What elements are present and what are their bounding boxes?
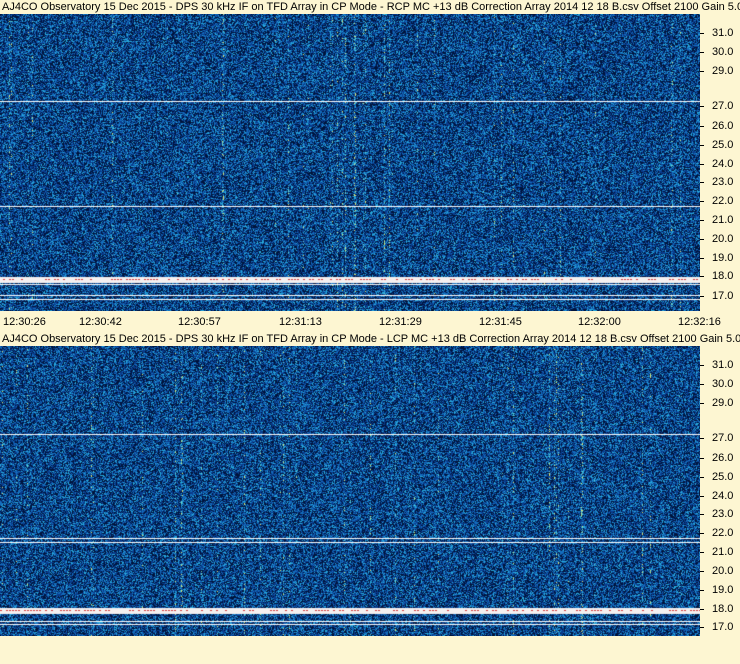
freq-tick: 21.0: [700, 214, 738, 226]
time-tick: 12:31:29: [379, 316, 422, 328]
freq-tick: 20.0: [700, 565, 738, 577]
time-tick: 12:31:13: [279, 316, 322, 328]
freq-tick: 27.0: [700, 100, 738, 112]
freq-tick: 24.0: [700, 158, 738, 170]
spectrogram-title-lcp: AJ4CO Observatory 15 Dec 2015 - DPS 30 k…: [2, 333, 740, 345]
freq-tick: 30.0: [700, 46, 738, 58]
freq-tick: 18.0: [700, 603, 738, 615]
spectrogram-title-rcp: AJ4CO Observatory 15 Dec 2015 - DPS 30 k…: [2, 1, 740, 13]
freq-tick: 23.0: [700, 176, 738, 188]
freq-tick: 25.0: [700, 139, 738, 151]
time-tick: 12:32:16: [678, 316, 721, 328]
frequency-axis-rcp: 31.0 30.0 29.0 27.0 26.0 25.0 24.0 23.0 …: [700, 14, 740, 311]
spectrogram-rcp[interactable]: [0, 14, 700, 311]
time-tick: 12:31:45: [479, 316, 522, 328]
time-tick: 12:30:26: [3, 316, 46, 328]
spectrogram-lcp-canvas: [0, 346, 700, 636]
freq-tick: 30.0: [700, 378, 738, 390]
freq-tick: 31.0: [700, 27, 738, 39]
freq-tick: 17.0: [700, 621, 738, 633]
time-axis: 12:30:26 12:30:42 12:30:57 12:31:13 12:3…: [0, 311, 740, 332]
freq-tick: 22.0: [700, 195, 738, 207]
freq-tick: 26.0: [700, 452, 738, 464]
freq-tick: 19.0: [700, 584, 738, 596]
freq-tick: 26.0: [700, 120, 738, 132]
freq-tick: 18.0: [700, 270, 738, 282]
freq-tick: 22.0: [700, 527, 738, 539]
freq-tick: 19.0: [700, 252, 738, 264]
time-tick: 12:30:57: [178, 316, 221, 328]
freq-tick: 25.0: [700, 471, 738, 483]
time-tick: 12:30:42: [79, 316, 122, 328]
spectrogram-lcp[interactable]: [0, 346, 700, 636]
freq-tick: 17.0: [700, 290, 738, 302]
freq-tick: 20.0: [700, 233, 738, 245]
freq-tick: 29.0: [700, 397, 738, 409]
time-tick: 12:32:00: [578, 316, 621, 328]
freq-tick: 24.0: [700, 490, 738, 502]
freq-tick: 31.0: [700, 359, 738, 371]
freq-tick: 21.0: [700, 546, 738, 558]
spectrogram-rcp-canvas: [0, 14, 700, 311]
freq-tick: 27.0: [700, 432, 738, 444]
frequency-axis-lcp: 31.0 30.0 29.0 27.0 26.0 25.0 24.0 23.0 …: [700, 346, 740, 636]
freq-tick: 29.0: [700, 65, 738, 77]
freq-tick: 23.0: [700, 508, 738, 520]
footer-bar: [0, 636, 740, 664]
